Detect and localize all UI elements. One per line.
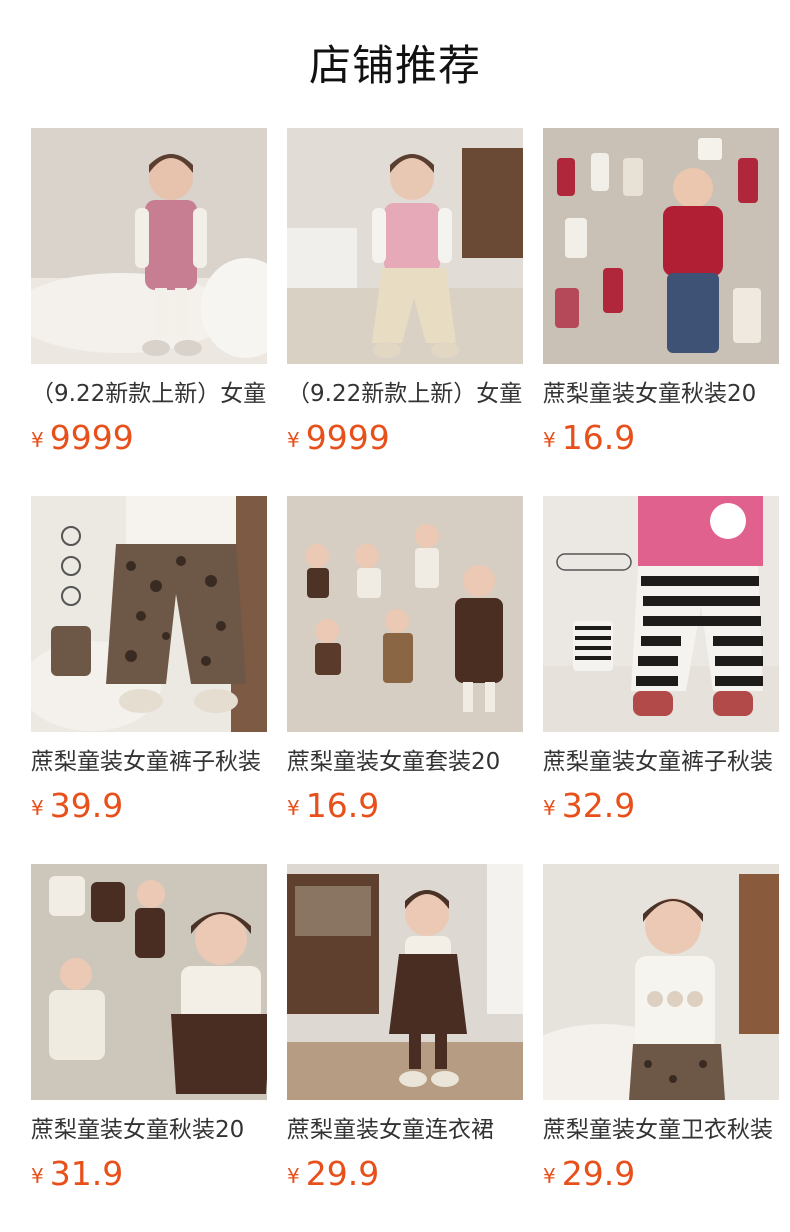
product-name[interactable]: 蔗梨童装女童裤子秋装 [31,744,267,780]
product-price: ¥29.9 [287,1154,379,1194]
product-name[interactable]: （9.22新款上新）女童 [287,376,523,412]
currency-symbol: ¥ [287,796,300,820]
price-value: 29.9 [305,1154,380,1193]
product-name[interactable]: 蔗梨童装女童连衣裙 [287,1112,523,1148]
product-image[interactable] [31,864,267,1100]
product-price: ¥29.9 [543,1154,635,1194]
product-image[interactable] [31,128,267,364]
product-price: ¥31.9 [31,1154,123,1194]
product-name[interactable]: （9.22新款上新）女童 [31,376,267,412]
product-price: ¥32.9 [543,786,635,826]
currency-symbol: ¥ [287,428,300,452]
product-name[interactable]: 蔗梨童装女童卫衣秋装 [543,1112,779,1148]
price-value: 32.9 [561,786,636,825]
product-image[interactable] [287,864,523,1100]
product-image[interactable] [543,128,779,364]
product-name[interactable]: 蔗梨童装女童秋装20 [31,1112,267,1148]
product-image[interactable] [31,496,267,732]
product-price: ¥16.9 [543,418,635,458]
currency-symbol: ¥ [31,428,44,452]
currency-symbol: ¥ [543,428,556,452]
price-value: 39.9 [49,786,124,825]
product-name[interactable]: 蔗梨童装女童套装20 [287,744,523,780]
currency-symbol: ¥ [31,1164,44,1188]
product-name[interactable]: 蔗梨童装女童裤子秋装 [543,744,779,780]
currency-symbol: ¥ [543,1164,556,1188]
product-image[interactable] [287,496,523,732]
product-image[interactable] [543,864,779,1100]
price-value: 9999 [305,418,390,457]
product-grid: （9.22新款上新）女童 ¥9999 （9.22新款上新）女童 ¥ 9999 蔗… [0,0,790,1232]
price-value: 16.9 [561,418,636,457]
product-price: ¥16.9 [287,786,379,826]
currency-symbol: ¥ [287,1164,300,1188]
price-value: 31.9 [49,1154,124,1193]
currency-symbol: ¥ [31,796,44,820]
product-price: ¥39.9 [31,786,123,826]
currency-symbol: ¥ [543,796,556,820]
price-value: 9999 [49,418,134,457]
product-image[interactable] [543,496,779,732]
product-price: ¥9999 [287,418,390,458]
product-price: ¥9999 [31,418,134,458]
product-image[interactable] [287,128,523,364]
product-name[interactable]: 蔗梨童装女童秋装20 [543,376,779,412]
price-value: 29.9 [561,1154,636,1193]
price-value: 16.9 [305,786,380,825]
